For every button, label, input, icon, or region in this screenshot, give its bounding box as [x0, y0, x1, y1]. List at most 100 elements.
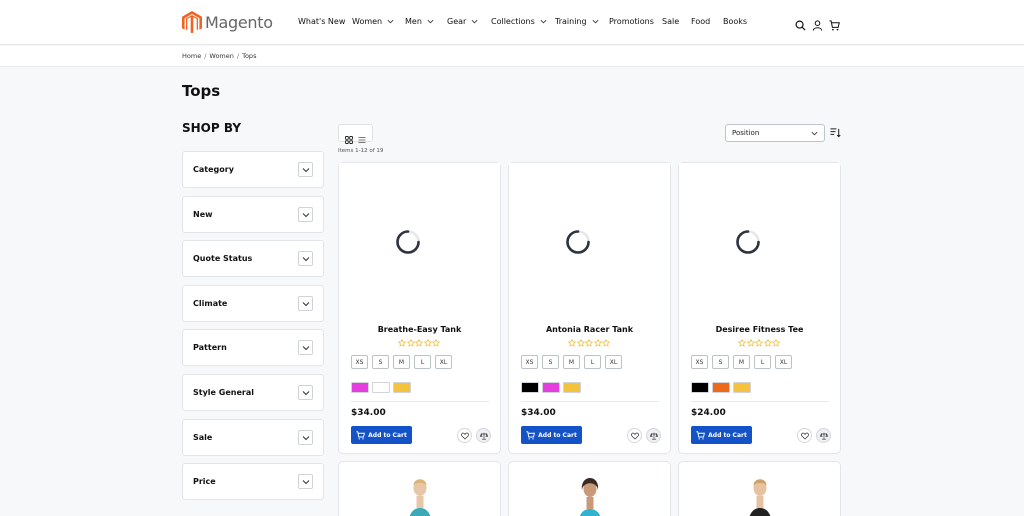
nav-men[interactable]: Men	[405, 17, 434, 26]
nav-promotions[interactable]: Promotions	[609, 17, 654, 26]
breadcrumb: Home / Women / Tops	[182, 52, 256, 60]
breadcrumb-women[interactable]: Women	[209, 52, 233, 60]
size-option[interactable]: XL	[605, 355, 622, 369]
color-swatch[interactable]	[712, 382, 730, 393]
magento-logo[interactable]: Magento	[182, 11, 273, 34]
breadcrumb-home[interactable]: Home	[182, 52, 201, 60]
add-to-compare-button[interactable]	[816, 428, 831, 443]
add-to-compare-button[interactable]	[646, 428, 661, 443]
star-icon	[755, 339, 763, 347]
nav-gear[interactable]: Gear	[447, 17, 478, 26]
product-image[interactable]	[339, 163, 500, 323]
filter-quote-status[interactable]: Quote Status	[182, 240, 324, 277]
size-option[interactable]: XS	[351, 355, 368, 369]
product-card[interactable]: Antonia Racer Tank XS S M L XL $34.00 Ad…	[508, 162, 671, 454]
sort-select[interactable]: Position	[725, 124, 825, 142]
size-option[interactable]: S	[542, 355, 559, 369]
filter-toggle[interactable]	[298, 251, 313, 266]
size-option[interactable]: M	[393, 355, 410, 369]
color-swatch[interactable]	[521, 382, 539, 393]
color-swatch[interactable]	[542, 382, 560, 393]
list-view-icon[interactable]	[358, 129, 366, 143]
color-swatch[interactable]	[563, 382, 581, 393]
nav-sale[interactable]: Sale	[662, 17, 679, 26]
nav-women[interactable]: Women	[352, 17, 394, 26]
add-to-cart-button[interactable]: Add to Cart	[521, 426, 582, 444]
filter-toggle[interactable]	[298, 430, 313, 445]
size-option[interactable]: S	[372, 355, 389, 369]
chevron-down-icon	[302, 301, 309, 306]
product-card[interactable]	[678, 461, 841, 516]
sort-direction-icon[interactable]	[830, 127, 841, 138]
size-option[interactable]: M	[563, 355, 580, 369]
product-image[interactable]	[745, 474, 775, 516]
filter-toggle[interactable]	[298, 340, 313, 355]
size-option[interactable]: M	[733, 355, 750, 369]
nav-collections[interactable]: Collections	[491, 17, 547, 26]
color-swatch[interactable]	[393, 382, 411, 393]
color-swatch[interactable]	[372, 382, 390, 393]
filter-sale[interactable]: Sale	[182, 419, 324, 456]
loading-spinner-icon	[396, 230, 420, 254]
size-option[interactable]: L	[584, 355, 601, 369]
user-icon[interactable]	[812, 16, 823, 31]
filter-label: Quote Status	[193, 254, 253, 263]
filter-toggle[interactable]	[298, 474, 313, 489]
product-image[interactable]	[575, 474, 605, 516]
add-to-cart-button[interactable]: Add to Cart	[691, 426, 752, 444]
product-card[interactable]: Desiree Fitness Tee XS S M L XL $24.00 A…	[678, 162, 841, 454]
filter-pattern[interactable]: Pattern	[182, 329, 324, 366]
add-to-wishlist-button[interactable]	[457, 428, 472, 443]
size-option[interactable]: XS	[521, 355, 538, 369]
size-option[interactable]: XS	[691, 355, 708, 369]
color-swatch[interactable]	[691, 382, 709, 393]
add-to-cart-button[interactable]: Add to Cart	[351, 426, 412, 444]
size-option[interactable]: XL	[775, 355, 792, 369]
nav-label: Men	[405, 17, 422, 26]
product-image[interactable]	[509, 163, 670, 323]
size-option[interactable]: L	[414, 355, 431, 369]
product-card[interactable]	[508, 461, 671, 516]
search-icon[interactable]	[795, 16, 806, 31]
chevron-down-icon	[302, 212, 309, 217]
nav-food[interactable]: Food	[691, 17, 710, 26]
grid-view-icon[interactable]	[345, 129, 354, 144]
color-swatch[interactable]	[351, 382, 369, 393]
filter-style-general[interactable]: Style General	[182, 374, 324, 411]
product-card[interactable]	[338, 461, 501, 516]
nav-label: Gear	[447, 17, 467, 26]
product-image[interactable]	[679, 163, 840, 323]
size-option[interactable]: XL	[435, 355, 452, 369]
size-option[interactable]: L	[754, 355, 771, 369]
filter-label: Category	[193, 165, 234, 174]
nav-training[interactable]: Training	[555, 17, 599, 26]
filter-new[interactable]: New	[182, 196, 324, 233]
add-to-wishlist-button[interactable]	[627, 428, 642, 443]
product-name[interactable]: Antonia Racer Tank	[509, 325, 670, 334]
sort-select-value: Position	[732, 129, 760, 137]
add-to-compare-button[interactable]	[476, 428, 491, 443]
nav-whats-new[interactable]: What's New	[298, 17, 345, 26]
color-swatch[interactable]	[733, 382, 751, 393]
cart-icon[interactable]	[829, 16, 840, 31]
filter-category[interactable]: Category	[182, 151, 324, 188]
product-card[interactable]: Breathe-Easy Tank XS S M L XL $34.00 Add…	[338, 162, 501, 454]
filter-toggle[interactable]	[298, 385, 313, 400]
filter-toggle[interactable]	[298, 162, 313, 177]
chevron-down-icon	[471, 19, 478, 24]
filter-toggle[interactable]	[298, 207, 313, 222]
product-name[interactable]: Desiree Fitness Tee	[679, 325, 840, 334]
rating-stars	[568, 339, 611, 347]
product-image[interactable]	[405, 474, 435, 516]
heart-icon	[460, 432, 469, 440]
filter-toggle[interactable]	[298, 296, 313, 311]
product-price: $34.00	[521, 408, 556, 418]
filter-price[interactable]: Price	[182, 463, 324, 500]
divider	[521, 401, 659, 402]
filter-climate[interactable]: Climate	[182, 285, 324, 322]
product-name[interactable]: Breathe-Easy Tank	[339, 325, 500, 334]
size-option[interactable]: S	[712, 355, 729, 369]
nav-books[interactable]: Books	[723, 17, 747, 26]
add-to-wishlist-button[interactable]	[797, 428, 812, 443]
star-icon	[568, 339, 576, 347]
